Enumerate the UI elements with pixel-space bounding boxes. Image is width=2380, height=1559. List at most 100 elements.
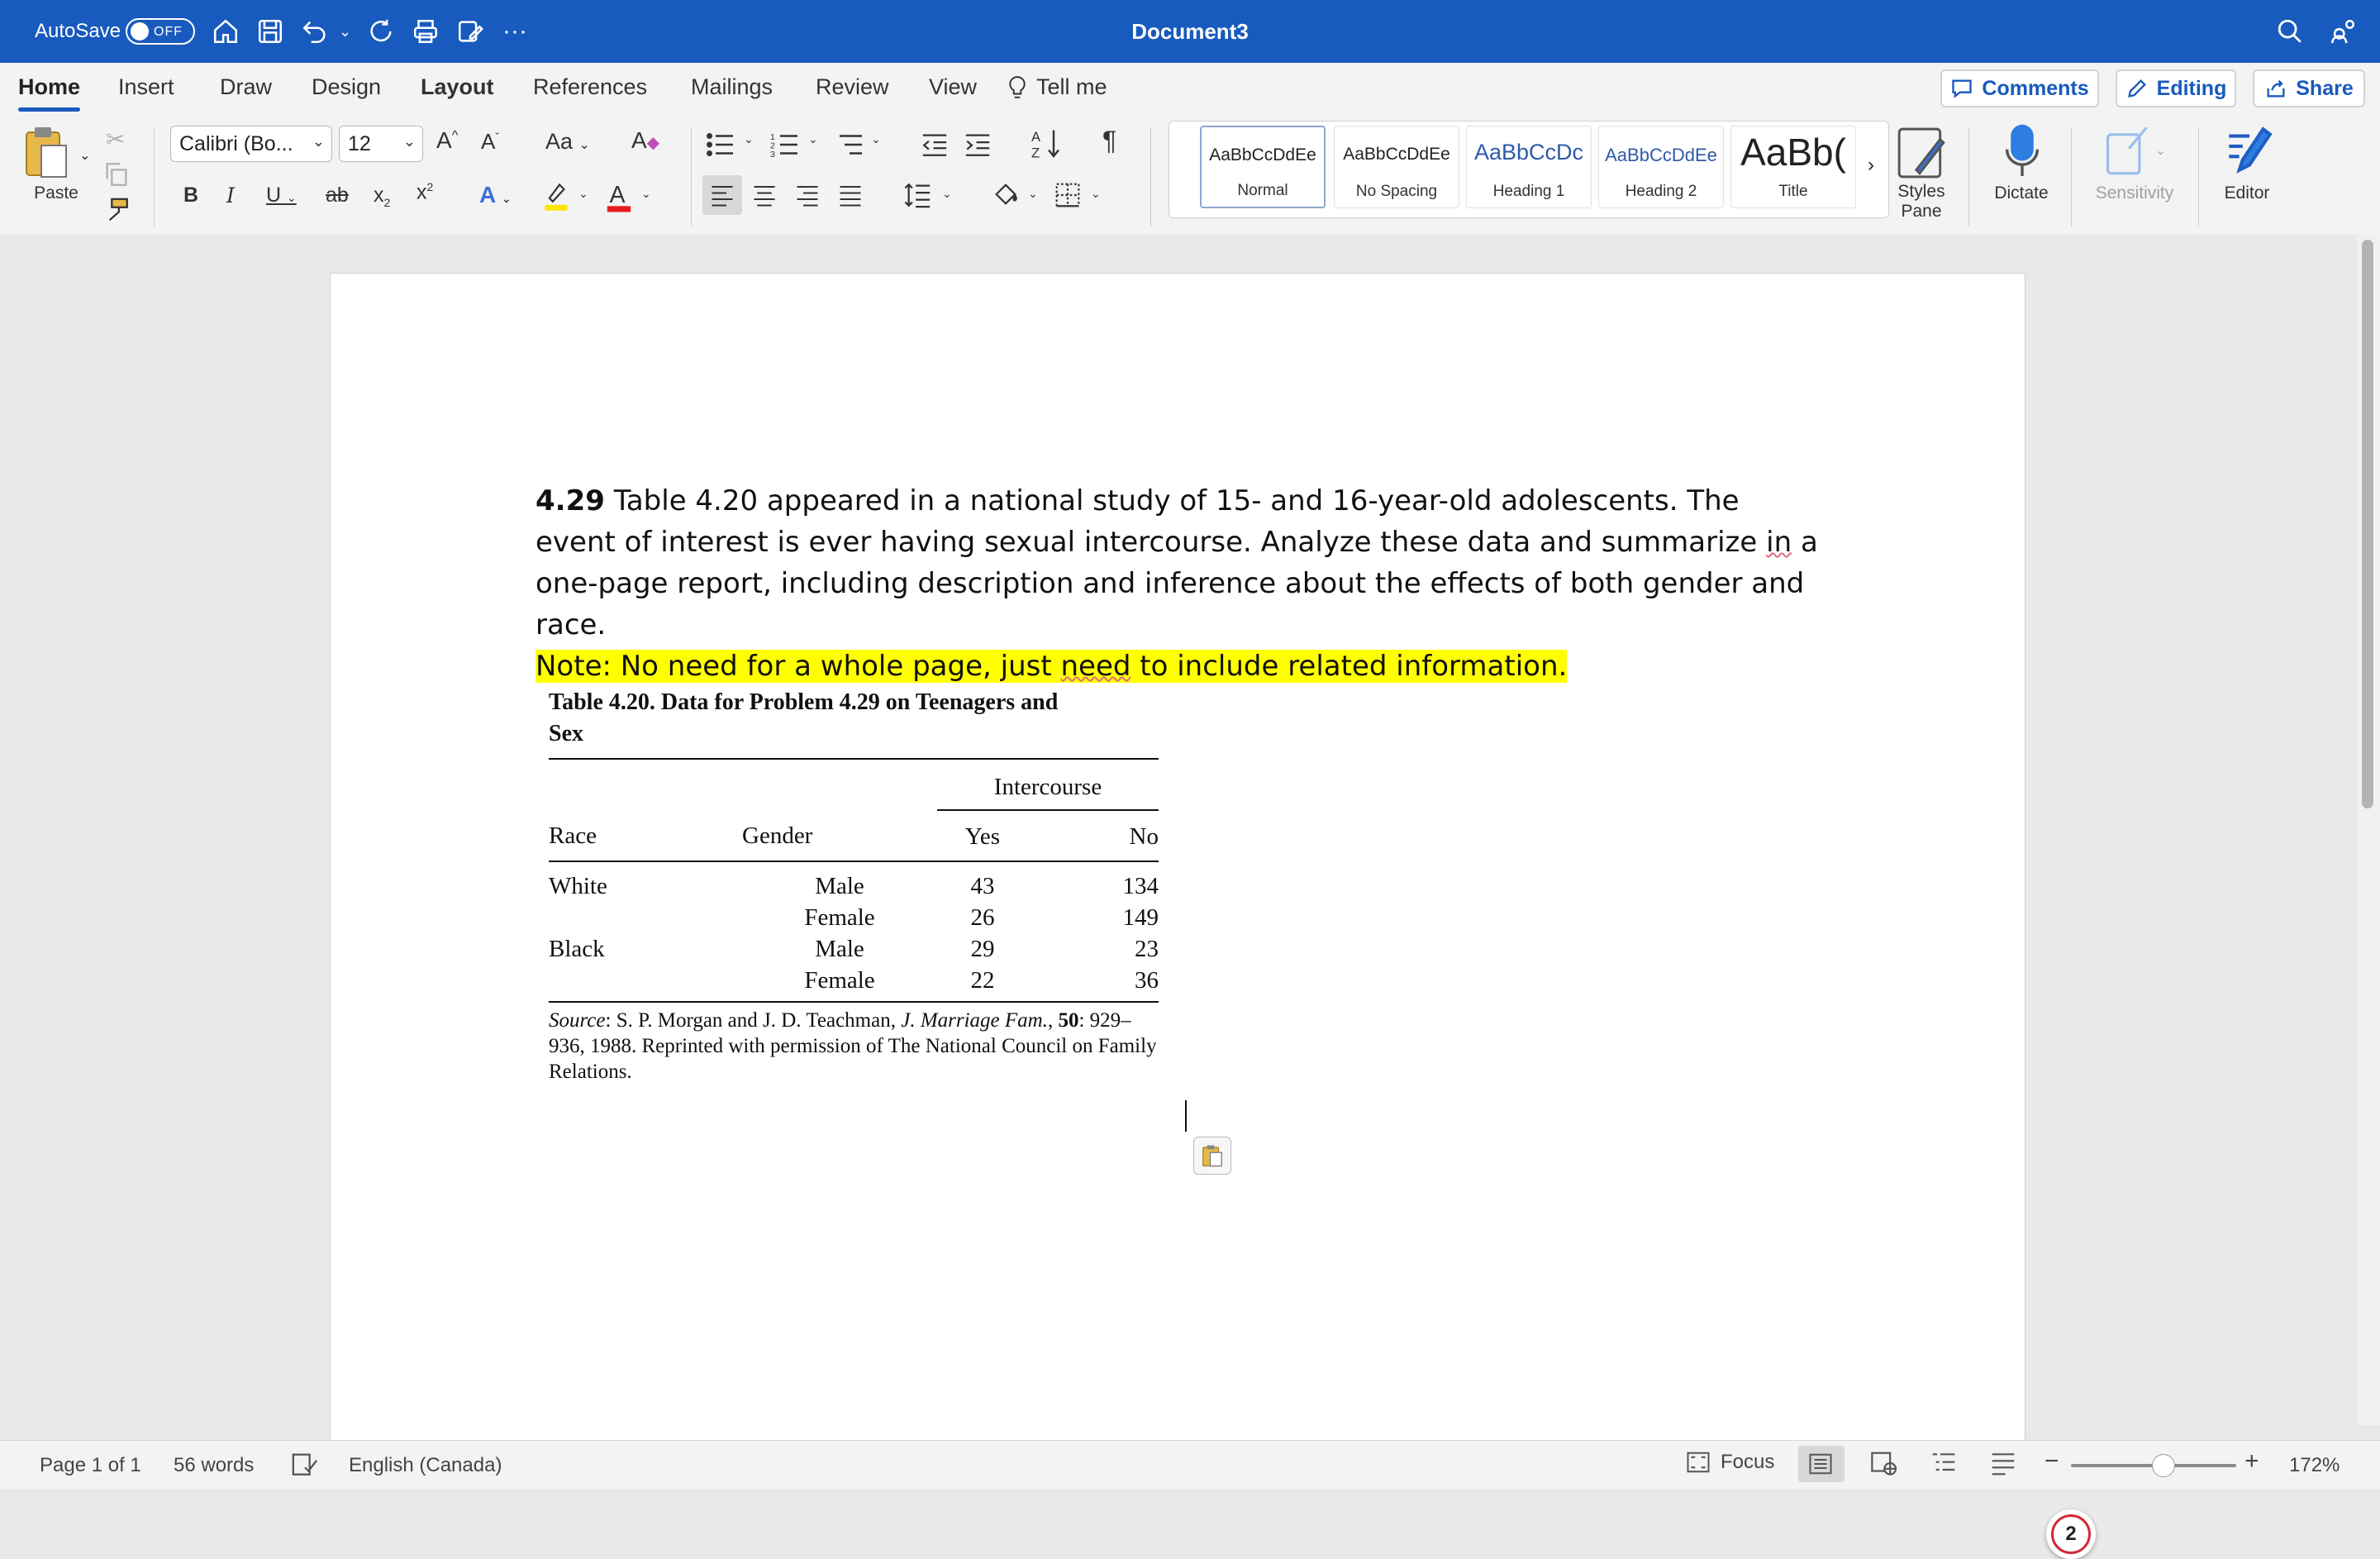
document-canvas[interactable]: 4.29 Table 4.20 appeared in a national s… — [0, 235, 2380, 1559]
align-center-icon[interactable] — [752, 183, 777, 212]
paste-options-button[interactable] — [1193, 1137, 1231, 1175]
document-page[interactable]: 4.29 Table 4.20 appeared in a national s… — [331, 274, 2025, 1464]
grow-font-icon[interactable]: A^ — [436, 127, 458, 154]
bold-icon[interactable]: B — [183, 184, 198, 207]
print-icon[interactable] — [412, 0, 440, 63]
chevron-down-icon[interactable]: ⌄ — [578, 187, 588, 201]
outline-view-icon[interactable] — [1930, 1451, 1957, 1481]
align-left-button[interactable] — [702, 175, 742, 215]
editing-button[interactable]: Editing — [2116, 69, 2236, 107]
word-count[interactable]: 56 words — [174, 1454, 254, 1477]
borders-icon[interactable] — [1054, 182, 1081, 212]
scrollbar-thumb[interactable] — [2362, 240, 2373, 808]
underline-icon[interactable]: U ⌄ — [266, 184, 297, 207]
shrink-font-icon[interactable]: Aˇ — [481, 129, 499, 155]
tab-review[interactable]: Review — [816, 74, 889, 100]
paste-button[interactable] — [21, 126, 71, 180]
italic-icon[interactable]: I — [226, 184, 235, 207]
font-name-dropdown[interactable]: Calibri (Bo... ⌄ — [170, 126, 332, 162]
text-effects-icon[interactable]: A ⌄ — [479, 182, 512, 208]
format-painter-icon[interactable] — [102, 197, 131, 229]
redo-icon[interactable] — [367, 0, 395, 63]
more-icon[interactable]: ··· — [502, 0, 527, 63]
editor-suggestions-badge[interactable]: 2 — [2046, 1509, 2096, 1559]
clear-formatting-icon[interactable]: A◆ — [631, 127, 659, 154]
bullets-icon[interactable] — [706, 131, 735, 163]
save-icon[interactable] — [256, 0, 284, 63]
cut-icon[interactable]: ✂ — [106, 126, 125, 153]
edit-doc-icon[interactable] — [456, 0, 484, 63]
justify-icon[interactable] — [838, 183, 863, 212]
increase-indent-icon[interactable] — [964, 131, 992, 163]
style-heading-1[interactable]: AaBbCcDc Heading 1 — [1466, 126, 1592, 208]
tab-mailings[interactable]: Mailings — [691, 74, 773, 100]
zoom-level[interactable]: 172% — [2289, 1454, 2340, 1477]
vertical-scrollbar[interactable] — [2357, 235, 2380, 1425]
flagged-word[interactable]: in — [1766, 526, 1792, 559]
change-case-icon[interactable]: Aa ⌄ — [545, 129, 590, 155]
highlight-color-icon[interactable] — [542, 180, 570, 217]
tab-insert[interactable]: Insert — [118, 74, 174, 100]
proofing-icon[interactable] — [291, 1451, 319, 1483]
superscript-icon[interactable]: x2 — [416, 180, 433, 204]
styles-pane-button[interactable] — [1896, 126, 1947, 184]
autosave-toggle[interactable]: OFF — [126, 18, 195, 45]
chevron-down-icon[interactable]: ⌄ — [808, 132, 818, 146]
chevron-down-icon[interactable]: ⌄ — [871, 132, 881, 146]
search-icon[interactable] — [2276, 0, 2304, 63]
tab-home[interactable]: Home — [18, 74, 81, 112]
align-right-icon[interactable] — [795, 183, 820, 212]
flagged-word[interactable]: need — [1060, 650, 1130, 683]
chevron-down-icon[interactable]: ⌄ — [942, 187, 952, 201]
tab-layout[interactable]: Layout — [421, 74, 494, 100]
style-title[interactable]: AaBb( Title — [1730, 126, 1856, 208]
multilevel-list-icon[interactable] — [835, 131, 864, 163]
page-count[interactable]: Page 1 of 1 — [40, 1454, 141, 1477]
sensitivity-button[interactable] — [2104, 124, 2150, 181]
style-heading-2[interactable]: AaBbCcDdEe Heading 2 — [1598, 126, 1724, 208]
shading-icon[interactable] — [992, 180, 1020, 212]
style-no-spacing[interactable]: AaBbCcDdEe No Spacing — [1334, 126, 1459, 208]
undo-dropdown-icon[interactable]: ⌄ — [339, 0, 351, 63]
style-normal[interactable]: AaBbCcDdEe Normal — [1200, 126, 1326, 208]
share-button[interactable]: Share — [2253, 69, 2365, 107]
paste-dropdown-icon[interactable]: ⌄ — [79, 147, 90, 164]
editor-button[interactable] — [2221, 122, 2274, 181]
tab-references[interactable]: References — [533, 74, 647, 100]
account-icon[interactable] — [2329, 0, 2357, 63]
comments-button[interactable]: Comments — [1940, 69, 2099, 107]
zoom-in-icon[interactable]: + — [2244, 1447, 2259, 1476]
draft-view-icon[interactable] — [1990, 1451, 2016, 1481]
chevron-down-icon[interactable]: ⌄ — [744, 132, 754, 146]
zoom-slider-handle[interactable] — [2152, 1454, 2175, 1477]
tell-me[interactable]: Tell me — [1007, 74, 1107, 100]
table-header: No — [1129, 822, 1159, 850]
strikethrough-icon[interactable]: ab — [326, 184, 349, 207]
undo-icon[interactable] — [301, 0, 329, 63]
focus-button[interactable]: Focus — [1686, 1451, 1774, 1474]
problem-paragraph[interactable]: 4.29 Table 4.20 appeared in a national s… — [536, 480, 1825, 687]
print-layout-button[interactable] — [1798, 1446, 1844, 1482]
numbering-icon[interactable]: 123 — [770, 131, 800, 163]
chevron-down-icon[interactable]: ⌄ — [641, 187, 651, 201]
show-formatting-marks-icon[interactable]: ¶ — [1102, 126, 1116, 156]
home-icon[interactable] — [212, 0, 240, 63]
subscript-icon[interactable]: x2 — [374, 184, 390, 209]
line-spacing-icon[interactable] — [904, 182, 932, 212]
decrease-indent-icon[interactable] — [921, 131, 949, 163]
font-size-dropdown[interactable]: 12 ⌄ — [339, 126, 423, 162]
tab-design[interactable]: Design — [312, 74, 381, 100]
tab-view[interactable]: View — [929, 74, 977, 100]
font-color-icon[interactable]: A — [605, 180, 633, 219]
chevron-right-icon[interactable]: › — [1868, 154, 1874, 177]
tab-draw[interactable]: Draw — [220, 74, 272, 100]
chevron-down-icon[interactable]: ⌄ — [1028, 187, 1038, 201]
style-sample: AaBbCcDdEe — [1343, 145, 1450, 164]
zoom-out-icon[interactable]: − — [2044, 1447, 2059, 1476]
sort-icon[interactable]: AZ — [1031, 127, 1061, 164]
language[interactable]: English (Canada) — [349, 1454, 502, 1477]
web-layout-icon[interactable] — [1869, 1451, 1897, 1481]
dictate-button[interactable] — [2003, 122, 2041, 184]
chevron-down-icon[interactable]: ⌄ — [1091, 187, 1101, 201]
copy-icon[interactable] — [102, 160, 131, 193]
